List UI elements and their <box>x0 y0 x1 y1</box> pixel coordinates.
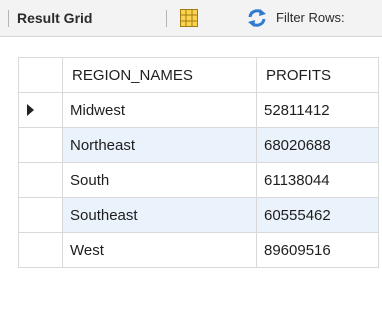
current-row-arrow-icon <box>27 104 34 116</box>
row-marker[interactable] <box>18 92 63 128</box>
row-marker[interactable] <box>18 162 63 198</box>
cell-profit[interactable]: 52811412 <box>256 92 379 128</box>
cell-region-name[interactable]: Southeast <box>62 197 257 233</box>
row-marker[interactable] <box>18 232 63 268</box>
grid-view-icon[interactable] <box>180 9 198 27</box>
cell-profit[interactable]: 60555462 <box>256 197 379 233</box>
toolbar-separator <box>166 10 167 27</box>
column-header-region-names[interactable]: REGION_NAMES <box>62 57 257 93</box>
filter-rows-label: Filter Rows: <box>276 10 345 25</box>
row-marker[interactable] <box>18 197 63 233</box>
column-header-profits[interactable]: PROFITS <box>256 57 379 93</box>
cell-profit[interactable]: 61138044 <box>256 162 379 198</box>
table-row[interactable]: Northeast 68020688 <box>18 127 379 163</box>
table-row[interactable]: Southeast 60555462 <box>18 197 379 233</box>
table-row[interactable]: Midwest 52811412 <box>18 92 379 128</box>
cell-profit[interactable]: 68020688 <box>256 127 379 163</box>
refresh-icon[interactable] <box>247 8 267 28</box>
table-row[interactable]: South 61138044 <box>18 162 379 198</box>
result-grid: REGION_NAMES PROFITS Midwest 52811412 No… <box>18 57 379 268</box>
table-row[interactable]: West 89609516 <box>18 232 379 268</box>
result-grid-tab[interactable]: Result Grid <box>17 0 92 36</box>
cell-region-name[interactable]: South <box>62 162 257 198</box>
result-toolbar: Result Grid Filter Rows: <box>0 0 382 37</box>
toolbar-separator <box>8 10 9 27</box>
cell-profit[interactable]: 89609516 <box>256 232 379 268</box>
row-marker[interactable] <box>18 127 63 163</box>
cell-region-name[interactable]: West <box>62 232 257 268</box>
cell-region-name[interactable]: Midwest <box>62 92 257 128</box>
header-row: REGION_NAMES PROFITS <box>18 57 379 93</box>
row-marker-header <box>18 57 63 93</box>
cell-region-name[interactable]: Northeast <box>62 127 257 163</box>
